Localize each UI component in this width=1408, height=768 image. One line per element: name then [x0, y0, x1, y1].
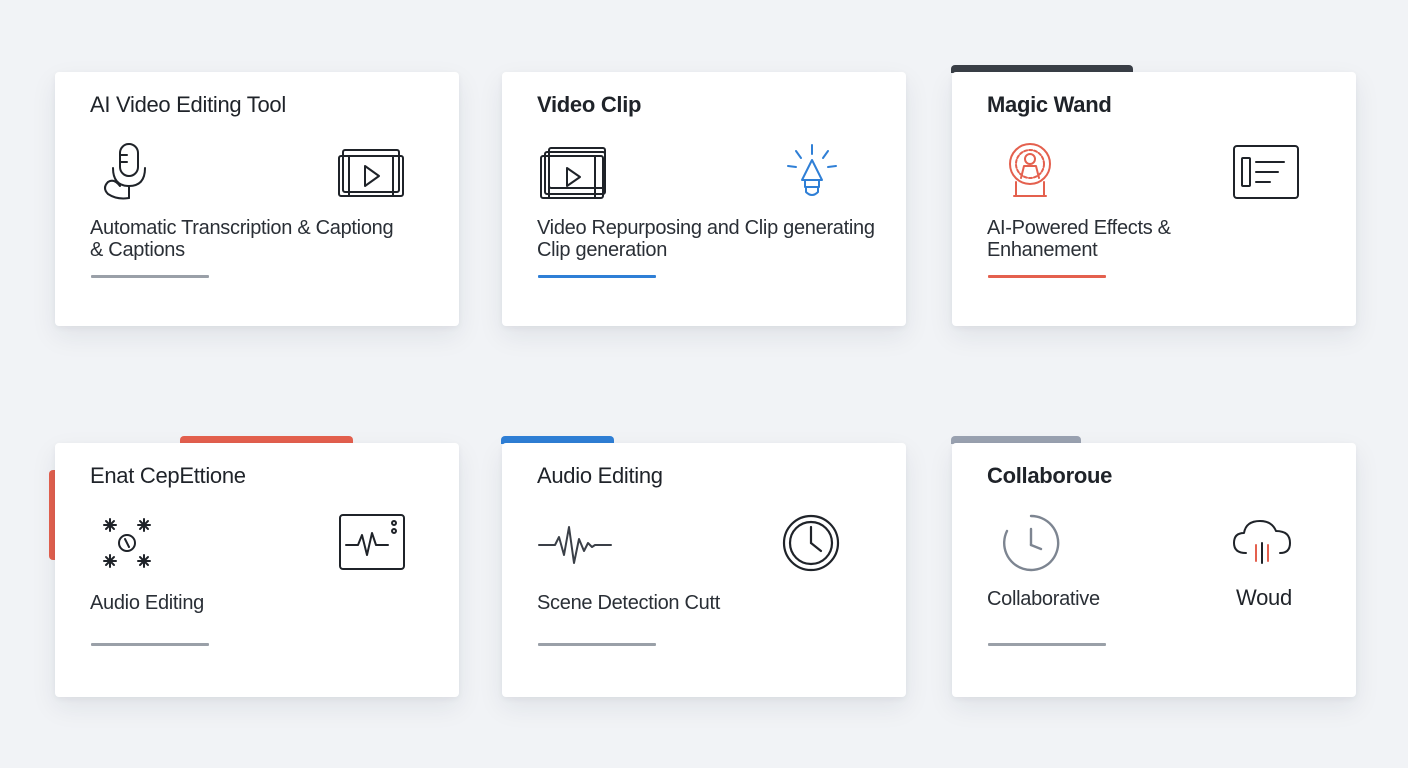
cloud-label: Woud — [1236, 585, 1292, 610]
video-play-icon — [338, 149, 404, 197]
card-collaboroue[interactable]: Collaboroue Collaborative Woud — [952, 443, 1356, 697]
card-underline — [91, 643, 209, 646]
card-title: AI Video Editing Tool — [90, 92, 286, 117]
card-title: Magic Wand — [987, 92, 1112, 117]
card-video-clip[interactable]: Video Clip Video Repurposing and Clip ge… — [502, 72, 906, 326]
clip-stack-icon — [540, 147, 606, 199]
history-clock-icon — [1002, 514, 1060, 572]
card-underline — [988, 275, 1106, 278]
cloud-icon — [1233, 520, 1291, 564]
card-underline — [91, 275, 209, 278]
text-panel-icon — [1233, 145, 1299, 199]
card-description: Scene Detection Cutt — [537, 592, 720, 614]
waveform-monitor-icon — [339, 514, 405, 570]
card-ai-video-editing-tool[interactable]: AI Video Editing Tool Automatic Transcri… — [55, 72, 459, 326]
lightbulb-icon — [787, 144, 837, 196]
card-magic-wand[interactable]: Magic Wand AI-Powered Effects & Enhaneme… — [952, 72, 1356, 326]
card-title: Enat CepEttione — [90, 463, 246, 488]
card-description: AI-Powered Effects & Enhanement — [987, 217, 1171, 261]
card-title: Audio Editing — [537, 463, 663, 488]
card-description: Audio Editing — [90, 592, 204, 614]
card-description: Collaborative — [987, 588, 1100, 610]
clock-icon — [782, 514, 840, 572]
sparkle-nodes-icon — [103, 518, 151, 568]
microphone-icon — [104, 143, 146, 200]
magic-badge-icon — [1009, 143, 1051, 197]
card-description: Automatic Transcription & Captiong & Cap… — [90, 217, 394, 261]
card-underline — [988, 643, 1106, 646]
audio-waveform-icon — [538, 526, 612, 564]
card-enat-cepettione[interactable]: Enat CepEttione Audio Editing — [55, 443, 459, 697]
card-title: Collaboroue — [987, 463, 1113, 488]
card-underline — [538, 643, 656, 646]
card-title: Video Clip — [537, 92, 642, 117]
card-underline — [538, 275, 656, 278]
card-description: Video Repurposing and Clip generating Cl… — [537, 217, 875, 261]
card-audio-editing[interactable]: Audio Editing Scene Detection Cutt — [502, 443, 906, 697]
